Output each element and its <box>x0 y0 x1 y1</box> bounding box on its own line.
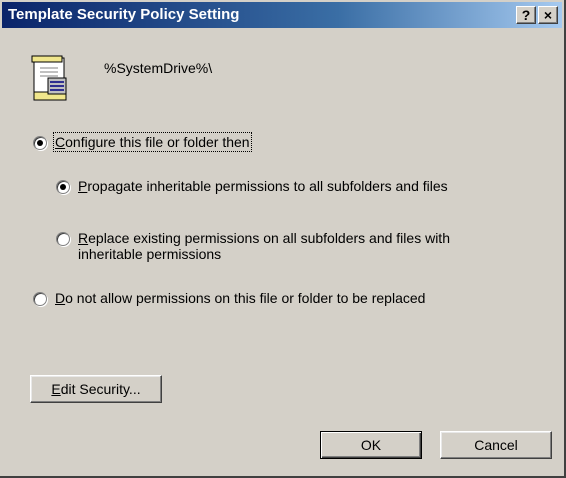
close-button[interactable]: × <box>538 6 558 24</box>
configure-option[interactable]: Configure this file or folder then <box>33 132 252 152</box>
cancel-button[interactable]: Cancel <box>440 431 552 459</box>
replace-option[interactable]: Replace existing permissions on all subf… <box>56 230 450 262</box>
configure-label[interactable]: Configure this file or folder then <box>53 132 252 152</box>
security-policy-dialog: Template Security Policy Setting ? × %Sy… <box>0 0 566 478</box>
help-button[interactable]: ? <box>516 6 536 24</box>
propagate-label[interactable]: Propagate inheritable permissions to all… <box>78 178 448 194</box>
edit-security-button[interactable]: Edit Security... <box>30 375 162 403</box>
replace-radio[interactable] <box>56 232 70 246</box>
title-bar[interactable]: Template Security Policy Setting ? × <box>2 2 562 28</box>
policy-document-icon <box>28 54 76 104</box>
propagate-option[interactable]: Propagate inheritable permissions to all… <box>56 178 448 194</box>
do-not-allow-label[interactable]: Do not allow permissions on this file or… <box>55 290 425 306</box>
object-path: %SystemDrive%\ <box>104 60 213 76</box>
configure-radio[interactable] <box>33 136 47 150</box>
ok-button[interactable]: OK <box>320 431 422 459</box>
replace-label[interactable]: Replace existing permissions on all subf… <box>78 230 450 262</box>
propagate-radio[interactable] <box>56 180 70 194</box>
window-title: Template Security Policy Setting <box>8 6 240 23</box>
do-not-allow-option[interactable]: Do not allow permissions on this file or… <box>33 290 425 306</box>
do-not-allow-radio[interactable] <box>33 292 47 306</box>
